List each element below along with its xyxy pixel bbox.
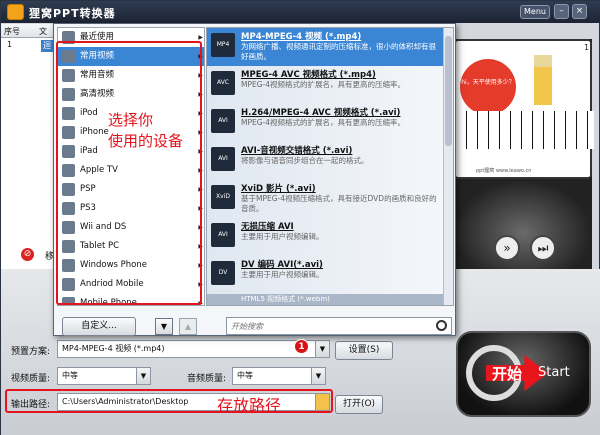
scrollbar-thumb[interactable] [445,36,452,146]
format-icon: AVI [211,223,235,247]
preview-ball: hi，天平使用多少？ [460,59,516,115]
format-icon: AVC [211,71,235,95]
format-title: MPEG-4 AVC 视频格式 (*.mp4) [241,70,376,80]
format-desc: 为网络广播、视频通讯定制的压缩标准，很小的体积却有很好画质。 [241,42,436,61]
move-down-button[interactable]: ▼ [155,318,173,335]
format-popup: 最近使用 ▶ 常用视频 ▶ 常用音频 ▶ 高清视频 ▶ iPod ▶ iPhone ▶ iPad ▶ App… [53,23,456,336]
format-icon: XviD [211,185,235,209]
output-path-value: C:\Users\Administrator\Desktop [62,397,189,406]
start-en-label: Start [538,365,570,380]
format-item[interactable]: AVC MPEG-4 AVC 视频格式 (*.mp4) MPEG-4视频格式的扩展名… [207,66,443,104]
format-item[interactable]: DV DV 编码 AVI(*.avi) 主要用于用户视频编辑。 [207,256,443,294]
table-header: 序号 文 [1,24,56,38]
fast-forward-icon[interactable]: » [494,235,520,261]
format-list: MP4 MP4-MPEG-4 视频 (*.mp4) 为网络广播、视频通讯定制的压缩标… [206,27,454,306]
format-desc: 主要用于用户视频编辑。 [241,270,324,279]
format-desc: 基于MPEG-4视频压缩格式，具有接近DVD的画质和良好的音质。 [241,194,437,213]
format-desc: MPEG-4视频格式的扩展名，具有更高的压缩率。 [241,80,406,89]
choose-device-annotation: 选择你 使用的设备 [108,111,184,150]
menu-button[interactable]: Menu [520,5,550,19]
format-title: MP4-MPEG-4 视频 (*.mp4) [241,32,362,42]
stop-icon[interactable]: ⊘ [21,248,34,261]
start-cn-label: 开始 [492,365,523,383]
chevron-down-icon[interactable]: ▼ [315,341,329,357]
video-quality-value: 中等 [62,371,78,380]
format-icon: DV [211,261,235,285]
preview-screen: hi，天平使用多少？ ppt狸窝 www.leawo.cn [454,39,594,179]
col-seq-header: 序号 [4,27,20,36]
format-icon: AVI [211,147,235,171]
format-desc: 主要用于用户视频编辑。 [241,232,324,241]
chevron-down-icon[interactable]: ▼ [136,368,150,384]
search-icon[interactable] [436,320,447,331]
file-table: 序号 文 1 迴 [1,24,56,269]
title-bar[interactable]: 狸窝PPT转换器 Menu – × [1,1,600,23]
audio-quality-label: 音频质量: [187,374,227,384]
app-window: 狸窝PPT转换器 Menu – × 序号 文 1 迴 hi，天平使用多少？ pp… [0,0,600,435]
format-desc: MPEG-4视频格式的扩展名，具有更高的压缩率。 [241,118,406,127]
format-item[interactable]: MP4 MP4-MPEG-4 视频 (*.mp4) 为网络广播、视频通讯定制的压缩标… [207,28,443,66]
output-path-input[interactable]: C:\Users\Administrator\Desktop [57,393,330,411]
format-item[interactable]: AVI AVI-音视频交错格式 (*.avi) 将影像与语音同步组合在一起的格式。 [207,142,443,180]
format-icon: MP4 [211,33,235,57]
app-logo-icon [7,4,24,20]
preview-character [534,55,552,105]
video-quality-select[interactable]: 中等 ▼ [57,367,151,385]
format-item[interactable]: AVI 无损压缩 AVI 主要用于用户视频编辑。 [207,218,443,256]
next-icon[interactable]: ⏭ [530,235,556,261]
video-preview: hi，天平使用多少？ ppt狸窝 www.leawo.cn » ⏭ [454,39,594,269]
settings-button[interactable]: 设置(S) [335,341,393,360]
player-controls: » ⏭ [454,179,592,269]
output-path-label: 输出路径: [11,400,51,410]
minimize-button[interactable]: – [554,4,569,19]
format-desc: 将影像与语音同步组合在一起的格式。 [241,156,369,165]
format-item[interactable]: AVI H.264/MPEG-4 AVC 视频格式 (*.avi) MPEG-4视频… [207,104,443,142]
piano-keys [456,111,594,149]
preset-select[interactable]: MP4-MPEG-4 视频 (*.mp4) ▼ [57,340,330,358]
format-title: DV 编码 AVI(*.avi) [241,260,323,270]
preview-index: 1 [584,43,590,52]
customize-button[interactable]: 自定义... [62,317,136,336]
preview-footer: ppt狸窝 www.leawo.cn [476,168,532,174]
col-file-header: 文 [39,27,47,36]
format-icon: AVI [211,109,235,133]
format-partial-item[interactable]: HTML5 视频格式 (*.webm) [207,294,443,305]
app-title: 狸窝PPT转换器 [29,7,116,20]
open-button[interactable]: 打开(O) [335,395,383,414]
audio-quality-value: 中等 [237,371,253,380]
move-up-button[interactable]: ▲ [179,318,197,335]
row-seq: 1 [7,40,13,49]
search-input[interactable] [227,318,417,334]
format-title: 无损压缩 AVI [241,222,294,232]
format-item[interactable]: XviD XviD 影片 (*.avi) 基于MPEG-4视频压缩格式，具有接近DV… [207,180,443,218]
preset-value: MP4-MPEG-4 视频 (*.mp4) [62,344,165,353]
preset-label: 预置方案: [11,347,51,357]
search-box[interactable] [226,317,452,335]
step-badge: 1 [294,339,309,354]
audio-quality-select[interactable]: 中等 ▼ [232,367,326,385]
save-path-annotation: 存放路径 [217,396,282,415]
format-scrollbar[interactable] [443,28,453,305]
format-title: XviD 影片 (*.avi) [241,184,316,194]
video-quality-label: 视频质量: [11,374,51,384]
start-button[interactable]: 开始 Start [456,331,591,417]
device-list-highlight [56,41,202,305]
chevron-down-icon[interactable]: ▼ [311,368,325,384]
close-button[interactable]: × [572,4,587,19]
format-title: AVI-音视频交错格式 (*.avi) [241,146,353,156]
format-title: H.264/MPEG-4 AVC 视频格式 (*.avi) [241,108,401,118]
folder-icon[interactable] [315,394,329,410]
